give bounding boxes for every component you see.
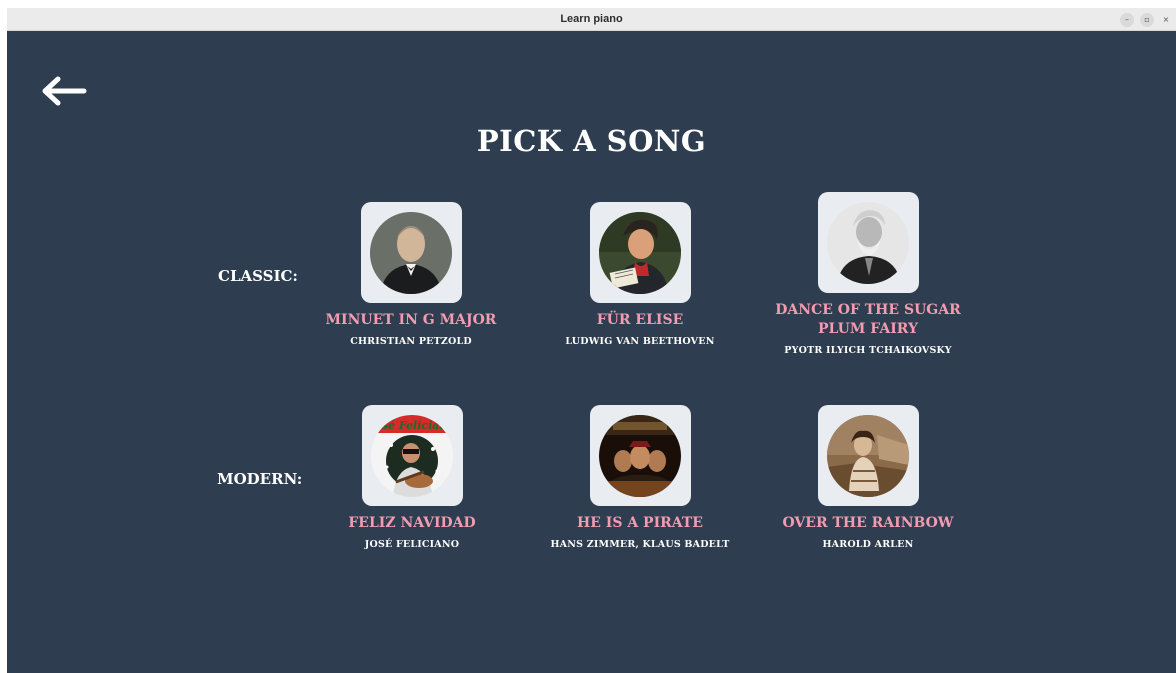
song-card[interactable] [589,405,691,506]
section-label-classic: CLASSIC: [218,267,298,285]
song-title[interactable]: FÜR ELISE [525,311,755,330]
section-label-modern: MODERN: [217,470,303,488]
minimize-button[interactable]: – [1120,13,1134,27]
song-card[interactable] [589,202,691,303]
pirates-poster-icon [599,414,681,497]
window-titlebar: Learn piano – ▫ × [7,8,1176,31]
song-title[interactable]: OVER THE RAINBOW [753,514,983,533]
song-artist: CHRISTIAN PETZOLD [350,336,472,347]
close-button[interactable]: × [1159,13,1173,27]
song-artist: PYOTR ILYICH TCHAIKOVSKY [784,345,952,356]
song-artist: HANS ZIMMER, KLAUS BADELT [550,539,730,550]
song-artist: LUDWIG VAN BEETHOVEN [565,336,715,347]
wizard-of-oz-photo-icon [827,414,909,497]
maximize-button[interactable]: ▫ [1140,13,1154,27]
song-card[interactable]: José Feliciano [361,405,463,506]
song-title[interactable]: FELIZ NAVIDAD [297,514,527,533]
song-over-the-rainbow: OVER THE RAINBOW HAROLD ARLEN [753,405,983,550]
song-fur-elise: FÜR ELISE LUDWIG VAN BEETHOVEN [525,202,755,347]
song-title[interactable]: HE IS A PIRATE [525,514,755,533]
song-title[interactable]: MINUET IN G MAJOR [296,311,526,330]
song-sugar-plum: DANCE OF THE SUGAR PLUM FAIRY PYOTR ILYI… [753,192,983,356]
petzold-portrait-icon [370,211,452,294]
song-he-is-a-pirate: HE IS A PIRATE HANS ZIMMER, KLAUS BADELT [525,405,755,550]
song-card[interactable] [817,192,919,293]
song-card[interactable] [360,202,462,303]
beethoven-portrait-icon [599,211,681,294]
song-minuet: MINUET IN G MAJOR CHRISTIAN PETZOLD [296,202,526,347]
song-artist: HAROLD ARLEN [822,539,914,550]
song-title[interactable]: DANCE OF THE SUGAR PLUM FAIRY [753,301,983,339]
song-artist: JOSÉ FELICIANO [364,539,460,550]
tchaikovsky-portrait-icon [827,201,909,284]
window-title: Learn piano [560,13,623,25]
page-title: PICK A SONG [476,124,707,158]
back-button[interactable] [40,75,88,107]
song-feliz-navidad: José Feliciano FELIZ NAVIDAD JOSÉ FELICI… [297,405,527,550]
cover-text: José Feliciano [371,419,453,432]
app-content: PICK A SONG CLASSIC: MINUET IN G MAJOR C… [7,31,1176,673]
song-card[interactable] [817,405,919,506]
back-arrow-icon [42,76,87,106]
feliciano-album-cover-icon: José Feliciano [371,414,453,497]
